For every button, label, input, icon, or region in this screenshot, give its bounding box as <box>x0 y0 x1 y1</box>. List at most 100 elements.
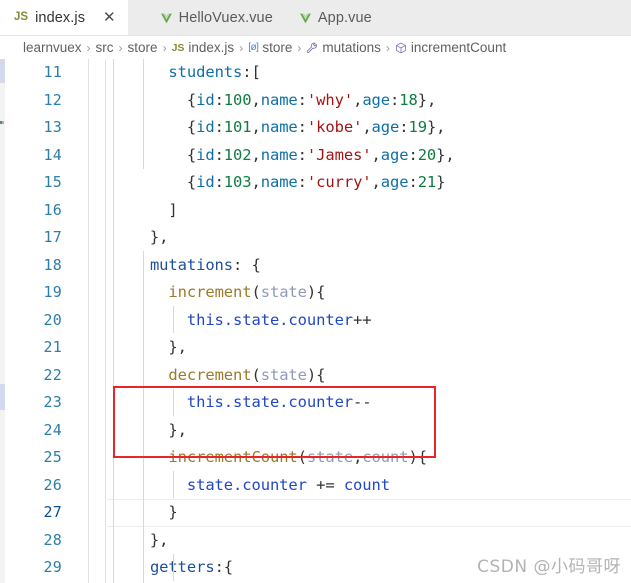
code-line-12[interactable]: 12 {id:100,name:'why',age:18}, <box>0 87 631 115</box>
code-token: state <box>260 283 307 301</box>
code-line-19[interactable]: 19 increment(state){ <box>0 279 631 307</box>
code-line-17[interactable]: 17 }, <box>0 224 631 252</box>
code-line-21[interactable]: 21 }, <box>0 334 631 362</box>
breadcrumb-separator-icon: › <box>297 40 302 55</box>
code-token: , <box>251 90 261 109</box>
code-token: 101 <box>223 118 252 136</box>
breadcrumb-item-label: index.js <box>188 40 235 55</box>
js-file-icon: JS <box>171 41 185 54</box>
code-editor[interactable]: 11 students:[12 {id:100,name:'why',age:1… <box>0 59 631 583</box>
code-text: }, <box>113 224 169 252</box>
code-token: id <box>196 173 215 191</box>
editor-tab-index-js[interactable]: JS index.js ✕ <box>0 0 128 35</box>
breadcrumb-item-src[interactable]: src <box>96 40 114 55</box>
code-line-16[interactable]: 16 ] <box>0 197 631 225</box>
vscode-editor-window: JS index.js ✕ HelloVuex.vue App.vue learnvue… <box>0 0 631 583</box>
code-token: state <box>306 448 354 466</box>
code-token: }, <box>436 145 455 164</box>
code-token: { <box>113 118 197 136</box>
editor-tab-app-vue[interactable]: App.vue <box>284 0 384 35</box>
line-number: 24 <box>43 420 62 439</box>
code-text: this.state.counter++ <box>113 307 372 335</box>
tab-bar-empty-area <box>383 0 631 35</box>
code-token: 'curry' <box>306 173 372 191</box>
code-token: ){ <box>306 365 326 384</box>
breadcrumb-item-index-js[interactable]: JS index.js <box>172 40 235 55</box>
vue-file-icon <box>160 12 173 25</box>
editor-tab-hellovuex-vue[interactable]: HelloVuex.vue <box>145 0 285 35</box>
line-number: 15 <box>43 173 62 191</box>
code-line-22[interactable]: 22 decrement(state){ <box>0 362 631 390</box>
code-line-23[interactable]: 23 this.state.counter-- <box>0 389 631 417</box>
code-line-26[interactable]: 26 state.counter += count <box>0 472 631 500</box>
code-text: increment(state){ <box>113 279 325 307</box>
line-number: 28 <box>43 530 62 549</box>
code-token: -- <box>353 393 372 411</box>
code-token: }, <box>426 118 446 136</box>
breadcrumb-item-incrementcount[interactable]: incrementCount <box>395 40 506 55</box>
code-line-25[interactable]: 25 incrementCount(state,count){ <box>0 444 631 472</box>
line-number: 27 <box>43 503 62 521</box>
watermark: CSDN @小码哥呀 <box>477 557 621 577</box>
line-number: 19 <box>43 283 62 301</box>
code-line-13[interactable]: 13 {id:101,name:'kobe',age:19}, <box>0 114 631 142</box>
code-token: ( <box>297 448 307 466</box>
breadcrumb-item-label: store <box>127 40 158 55</box>
breadcrumb-item-store[interactable]: [ø] store <box>248 40 292 55</box>
code-token: : <box>297 145 307 164</box>
code-token: age <box>371 118 400 136</box>
breadcrumb-item-learnvuex[interactable]: learnvuex <box>23 40 82 55</box>
code-token: name <box>260 145 298 164</box>
code-token: { <box>113 145 197 164</box>
breadcrumb-separator-icon: › <box>239 40 244 55</box>
code-token: { <box>113 90 197 109</box>
code-token: , <box>371 173 381 191</box>
tab-close-icon[interactable]: ✕ <box>103 10 116 25</box>
code-token: : <box>214 145 224 164</box>
code-token: incrementCount <box>168 448 298 466</box>
code-token: } <box>436 173 446 191</box>
code-token: , <box>362 118 372 136</box>
code-line-18[interactable]: 18 mutations: { <box>0 252 631 280</box>
active-line-border <box>105 499 631 500</box>
code-text: incrementCount(state,count){ <box>113 444 427 472</box>
code-token: , <box>371 145 381 164</box>
breadcrumb-item-label: src <box>95 40 114 55</box>
code-token: age <box>362 90 391 109</box>
code-token: 100 <box>223 90 252 109</box>
line-number: 26 <box>43 475 62 494</box>
indent-guide <box>113 59 114 583</box>
line-number: 21 <box>43 338 62 356</box>
code-line-27[interactable]: 27 } <box>0 499 631 527</box>
code-token: ] <box>113 200 178 219</box>
wrench-icon <box>306 42 318 54</box>
code-token: :[ <box>242 63 261 81</box>
code-token: }, <box>113 530 169 549</box>
code-text: {id:102,name:'James',age:20}, <box>113 142 455 170</box>
breadcrumb-item-store[interactable]: store <box>128 40 158 55</box>
code-token: : { <box>233 255 261 274</box>
code-line-11[interactable]: 11 students:[ <box>0 59 631 87</box>
code-token: decrement <box>168 365 252 384</box>
code-line-28[interactable]: 28 }, <box>0 527 631 555</box>
breadcrumb-item-label: incrementCount <box>410 40 507 55</box>
code-text: }, <box>113 527 169 555</box>
code-line-15[interactable]: 15 {id:103,name:'curry',age:21} <box>0 169 631 197</box>
code-token: 'kobe' <box>306 118 363 136</box>
code-text: decrement(state){ <box>113 362 325 390</box>
tab-spacer <box>127 0 146 35</box>
code-line-14[interactable]: 14 {id:102,name:'James',age:20}, <box>0 142 631 170</box>
indent-guide <box>173 471 174 498</box>
breadcrumb-separator-icon: › <box>118 40 123 55</box>
code-token: getters <box>149 558 215 576</box>
code-line-24[interactable]: 24 }, <box>0 417 631 445</box>
code-text: students:[ <box>113 59 261 87</box>
code-line-20[interactable]: 20 this.state.counter++ <box>0 307 631 335</box>
code-token: ( <box>251 365 261 384</box>
breadcrumb-item-mutations[interactable]: mutations <box>306 40 381 55</box>
